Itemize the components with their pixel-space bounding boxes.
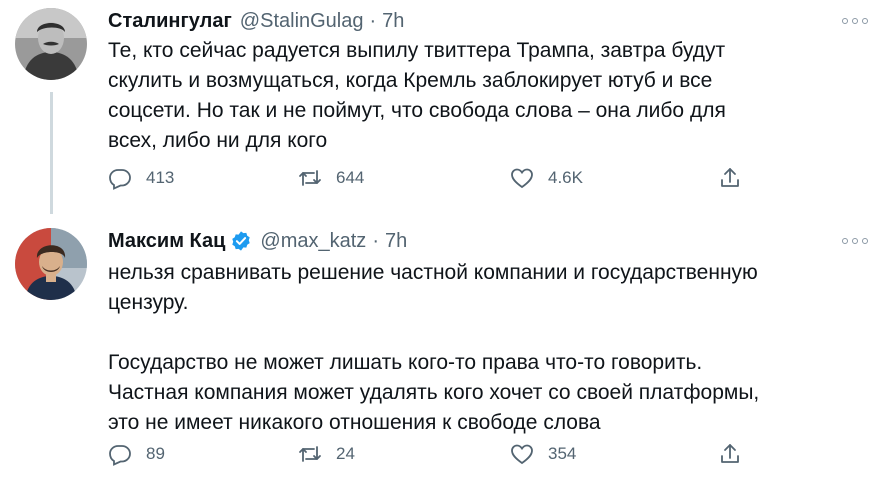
timestamp[interactable]: 7h <box>382 10 404 33</box>
like-count: 4.6K <box>548 168 583 187</box>
share-button[interactable] <box>718 166 742 190</box>
like-icon <box>511 444 533 465</box>
separator-dot: · <box>372 229 379 252</box>
more-icon[interactable] <box>842 14 868 28</box>
like-icon <box>511 168 533 189</box>
like-button[interactable]: 4.6K <box>510 166 583 190</box>
author-handle[interactable]: @max_katz <box>260 230 366 253</box>
retweet-icon <box>299 170 321 186</box>
tweet-stalingulag[interactable]: Сталингулаг @StalinGulag · 7h Те, кто се… <box>0 0 890 214</box>
like-count: 354 <box>548 444 577 463</box>
reply-icon <box>109 169 131 190</box>
tweet-header: Сталингулаг @StalinGulag · 7h <box>108 6 404 36</box>
share-icon <box>721 168 739 187</box>
retweet-count: 24 <box>336 444 355 463</box>
tweet-max-katz[interactable]: Максим Кац @max_katz · 7h нельзя сравнив… <box>0 214 890 482</box>
author-name[interactable]: Максим Кац <box>108 230 225 253</box>
share-icon <box>721 444 739 463</box>
avatar-max-katz[interactable] <box>15 228 87 300</box>
separator-dot: · <box>369 9 377 32</box>
retweet-button[interactable]: 24 <box>298 442 355 466</box>
reply-icon <box>109 445 131 466</box>
verified-badge-icon <box>230 230 252 252</box>
like-button[interactable]: 354 <box>510 442 576 466</box>
share-button[interactable] <box>718 442 742 466</box>
avatar-stalingulag[interactable] <box>15 8 87 80</box>
retweet-count: 644 <box>336 168 365 187</box>
thread-line <box>50 92 53 214</box>
more-icon[interactable] <box>842 234 868 248</box>
reply-button[interactable]: 89 <box>108 442 165 466</box>
tweet-actions: 413 644 4.6K <box>108 166 758 196</box>
tweet-text: нельзя сравнивать решение частной компан… <box>108 261 760 434</box>
reply-count: 413 <box>146 168 175 187</box>
author-name[interactable]: Сталингулаг <box>108 10 232 33</box>
tweet-actions: 89 24 354 <box>108 442 758 472</box>
tweet-text: Те, кто сейчас радуется выпилу твиттера … <box>108 39 726 152</box>
reply-count: 89 <box>146 444 165 463</box>
reply-button[interactable]: 413 <box>108 166 174 190</box>
retweet-button[interactable]: 644 <box>298 166 364 190</box>
timestamp[interactable]: 7h <box>385 230 407 253</box>
tweet-header: Максим Кац @max_katz · 7h <box>108 226 407 256</box>
author-handle[interactable]: @StalinGulag <box>240 10 364 33</box>
retweet-icon <box>299 446 321 462</box>
